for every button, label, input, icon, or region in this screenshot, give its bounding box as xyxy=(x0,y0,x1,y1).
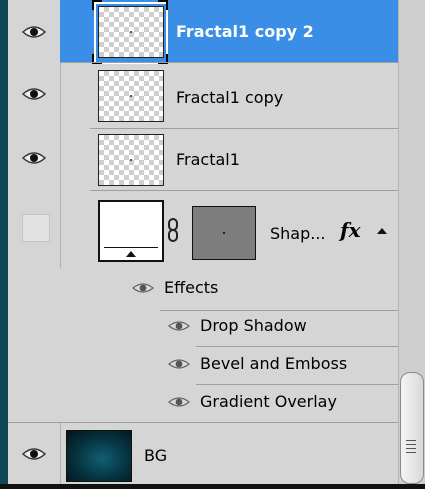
row-divider xyxy=(60,62,398,63)
row-divider xyxy=(196,346,398,347)
panel-bottom-edge xyxy=(0,484,425,489)
layer-name[interactable]: Shap... xyxy=(270,224,326,243)
layer-thumbnail[interactable] xyxy=(66,430,132,482)
layer-name[interactable]: Fractal1 copy 2 xyxy=(176,22,314,41)
visibility-toggle-off[interactable] xyxy=(22,214,50,242)
eye-icon xyxy=(22,26,46,38)
layer-name[interactable]: Fractal1 xyxy=(176,150,240,169)
eye-icon[interactable] xyxy=(168,396,190,408)
eye-icon xyxy=(22,448,46,460)
visibility-toggle[interactable] xyxy=(8,12,60,52)
canvas-edge xyxy=(0,0,8,489)
collapse-arrow-icon[interactable] xyxy=(377,228,387,234)
visibility-toggle[interactable] xyxy=(8,74,60,114)
thumbnail-selection-frame xyxy=(94,2,168,64)
eye-icon[interactable] xyxy=(132,282,154,294)
layer-mask-thumbnail[interactable] xyxy=(98,200,164,262)
effects-header[interactable]: Effects xyxy=(164,278,218,297)
scrollbar-grip-icon xyxy=(406,440,416,441)
effect-item[interactable]: Drop Shadow xyxy=(200,316,307,335)
visibility-toggle[interactable] xyxy=(8,434,60,474)
eye-icon[interactable] xyxy=(168,320,190,332)
layer-thumbnail[interactable] xyxy=(98,134,164,186)
shape-thumbnail[interactable] xyxy=(192,206,256,260)
eye-icon xyxy=(22,88,46,100)
row-divider xyxy=(90,190,398,191)
fx-icon[interactable]: fx xyxy=(340,218,361,242)
eye-icon[interactable] xyxy=(168,358,190,370)
scrollbar-grip-icon xyxy=(406,444,416,445)
effect-item[interactable]: Gradient Overlay xyxy=(200,392,337,411)
scrollbar-grip-icon xyxy=(406,452,416,453)
layer-thumbnail[interactable] xyxy=(98,70,164,122)
corner-mark xyxy=(92,0,102,10)
effect-item[interactable]: Bevel and Emboss xyxy=(200,354,347,373)
eye-icon xyxy=(22,152,46,164)
row-divider xyxy=(160,310,398,311)
layer-name[interactable]: Fractal1 copy xyxy=(176,88,283,107)
row-divider xyxy=(8,422,398,423)
layer-name[interactable]: BG xyxy=(144,446,167,465)
row-divider xyxy=(90,128,398,129)
scrollbar-grip-icon xyxy=(406,448,416,449)
link-chain-icon[interactable] xyxy=(166,218,180,242)
row-divider xyxy=(196,384,398,385)
corner-mark xyxy=(158,0,168,10)
visibility-toggle[interactable] xyxy=(8,138,60,178)
scrollbar-thumb[interactable] xyxy=(400,372,424,484)
